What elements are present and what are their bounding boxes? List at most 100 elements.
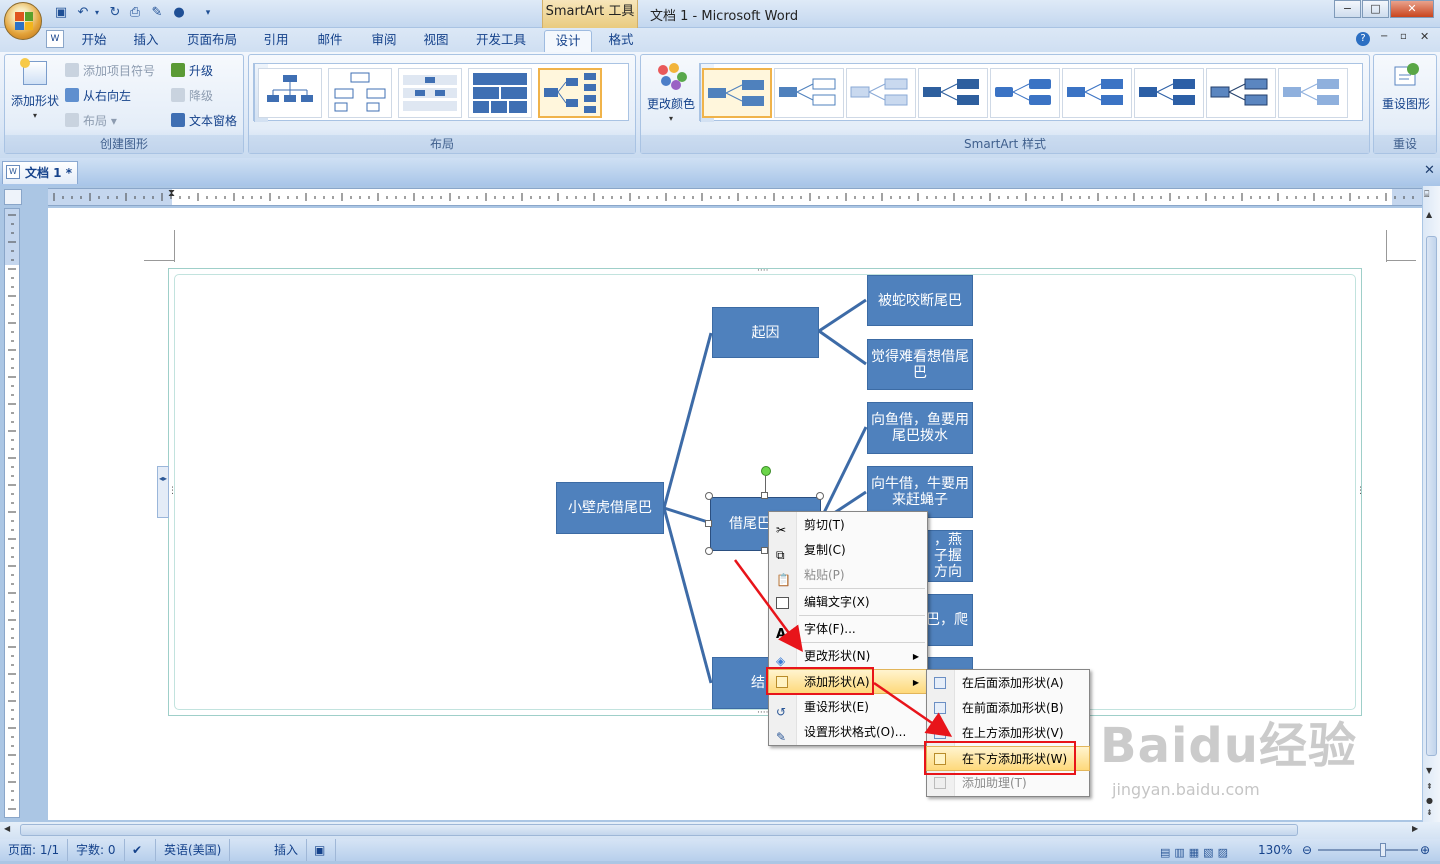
tab-review[interactable]: 审阅 [362,30,406,52]
minimize-button[interactable]: − [1334,0,1361,18]
text-pane-button[interactable]: 文本窗格 [171,111,237,131]
help-icon[interactable]: ? [1356,32,1370,46]
tab-references[interactable]: 引用 [256,30,296,52]
zoom-slider-thumb[interactable] [1380,843,1386,857]
menu-item-font[interactable]: A 字体(F)... [769,617,927,642]
scroll-left-icon[interactable]: ◀ [4,824,10,833]
ruler-toggle-icon[interactable]: ⌸ [1424,190,1429,200]
tab-page-layout[interactable]: 页面布局 [180,30,244,52]
document-close-icon[interactable]: ✕ [1424,163,1435,178]
customize-qat-icon[interactable]: ▾ [202,4,214,22]
scroll-thumb[interactable] [1426,236,1437,756]
zoom-slider-track[interactable] [1318,849,1418,851]
frame-handle-right[interactable]: ⋮ [1356,486,1365,496]
resize-handle-s[interactable] [761,547,768,554]
style-thumb-7[interactable] [1134,68,1204,118]
node-level2-3[interactable]: 向鱼借，鱼要用尾巴拨水 [867,402,973,454]
proofing-icon[interactable]: ✔ [124,839,156,861]
style-thumb-8[interactable] [1206,68,1276,118]
resize-handle-sw[interactable] [705,547,713,555]
tab-view[interactable]: 视图 [414,30,458,52]
tab-home[interactable]: 开始 [72,30,116,52]
status-words[interactable]: 字数: 0 [68,839,125,861]
layout-thumb-org-chart[interactable] [258,68,322,118]
save-icon[interactable]: ▣ [52,4,70,22]
node-level1-ending[interactable]: 结 [712,657,772,709]
style-thumb-5[interactable] [990,68,1060,118]
tab-developer[interactable]: 开发工具 [470,30,532,52]
menu-item-edit-text[interactable]: 编辑文字(X) [769,590,927,615]
zoom-out-icon[interactable]: ⊖ [1302,839,1312,861]
rotate-handle[interactable] [761,466,771,476]
submenu-add-after[interactable]: 在后面添加形状(A) [927,671,1089,696]
status-mode[interactable]: 插入 [266,839,308,861]
frame-handle-bottom[interactable]: ···· [757,708,768,718]
style-thumb-9[interactable] [1278,68,1348,118]
submenu-add-before[interactable]: 在前面添加形状(B) [927,696,1089,721]
node-root[interactable]: 小壁虎借尾巴 [556,482,664,534]
add-shape-button[interactable]: 添加形状 ▾ [9,58,61,129]
menu-item-copy[interactable]: ⧉ 复制(C) [769,538,927,563]
scroll-down-icon[interactable]: ▼ [1426,766,1432,775]
resize-handle-ne[interactable] [816,492,824,500]
layout-thumb-horizontal-hierarchy[interactable] [538,68,602,118]
tab-format[interactable]: 格式 [600,30,642,52]
macro-record-icon[interactable]: ▣ [306,839,336,861]
scroll-right-icon[interactable]: ▶ [1412,824,1418,833]
menu-item-format-shape[interactable]: ✎ 设置形状格式(O)... [769,720,927,745]
tab-design[interactable]: 设计 [544,30,592,52]
tab-mailings[interactable]: 邮件 [308,30,352,52]
status-language[interactable]: 英语(美国) [156,839,231,861]
indent-marker-icon[interactable]: ⧗ [168,188,175,199]
menu-item-reset-shape[interactable]: ↺ 重设形状(E) [769,695,927,720]
undo-dropdown-icon[interactable]: ▾ [92,4,102,22]
frame-handle-top[interactable]: ···· [757,266,768,276]
tab-selector[interactable] [4,189,22,205]
ribbon-restore-icon[interactable]: ▫ [1400,31,1407,42]
layout-thumb-labeled-hierarchy[interactable] [398,68,462,118]
style-thumb-3[interactable] [846,68,916,118]
spelling-icon[interactable]: ✎ [148,4,166,22]
style-thumb-1[interactable] [702,68,772,118]
horizontal-ruler[interactable]: ⧗ [48,188,1422,206]
tab-insert[interactable]: 插入 [124,30,168,52]
redo-icon[interactable]: ↻ [106,4,124,22]
maximize-button[interactable]: □ [1362,0,1389,18]
node-level2-2[interactable]: 觉得难看想借尾巴 [867,339,973,390]
promote-button[interactable]: 升级 [171,61,213,81]
resize-handle-n[interactable] [761,492,768,499]
style-thumb-4[interactable] [918,68,988,118]
prev-page-icon[interactable]: ⇞ [1426,782,1433,791]
status-page[interactable]: 页面: 1/1 [0,839,69,861]
reset-graphic-button[interactable]: 重设图形 [1378,61,1434,121]
resize-handle-nw[interactable] [705,492,713,500]
zoom-in-icon[interactable]: ⊕ [1420,839,1430,861]
menu-item-change-shape[interactable]: ◈ 更改形状(N) ▶ [769,644,927,669]
style-thumb-2[interactable] [774,68,844,118]
ribbon-close-icon[interactable]: ✕ [1420,30,1429,43]
vertical-scrollbar[interactable]: ⌸ ▲ ▼ ⇞ ● ⇟ [1423,186,1440,822]
office-button[interactable] [4,2,42,40]
node-level2-1[interactable]: 被蛇咬断尾巴 [867,275,973,326]
layout-thumb-hierarchy[interactable] [328,68,392,118]
menu-item-cut[interactable]: ✂ 剪切(T) [769,513,927,538]
status-zoom[interactable]: 130% [1258,839,1292,861]
undo-icon[interactable]: ↶ [74,4,92,22]
hscroll-thumb[interactable] [20,824,1298,836]
horizontal-scrollbar[interactable]: ◀ ▶ [0,822,1440,839]
layout-thumb-table-hierarchy[interactable] [468,68,532,118]
browse-object-icon[interactable]: ● [1426,796,1433,805]
vertical-ruler[interactable] [4,208,20,818]
ribbon-minimize-icon[interactable]: − [1380,31,1388,42]
print-preview-icon[interactable]: ⎙ [126,4,144,22]
right-to-left-button[interactable]: 从右向左 [65,86,131,106]
quick-access-circle-icon[interactable]: ● [170,4,188,22]
style-thumb-6[interactable] [1062,68,1132,118]
next-page-icon[interactable]: ⇟ [1426,808,1433,817]
close-button[interactable]: ✕ [1390,0,1434,18]
change-colors-button[interactable]: 更改颜色 ▾ [645,61,697,131]
scroll-up-icon[interactable]: ▲ [1426,210,1432,219]
frame-handle-left[interactable]: ⋮ [168,486,177,496]
node-level1-cause[interactable]: 起因 [712,307,819,358]
resize-handle-w[interactable] [705,520,712,527]
